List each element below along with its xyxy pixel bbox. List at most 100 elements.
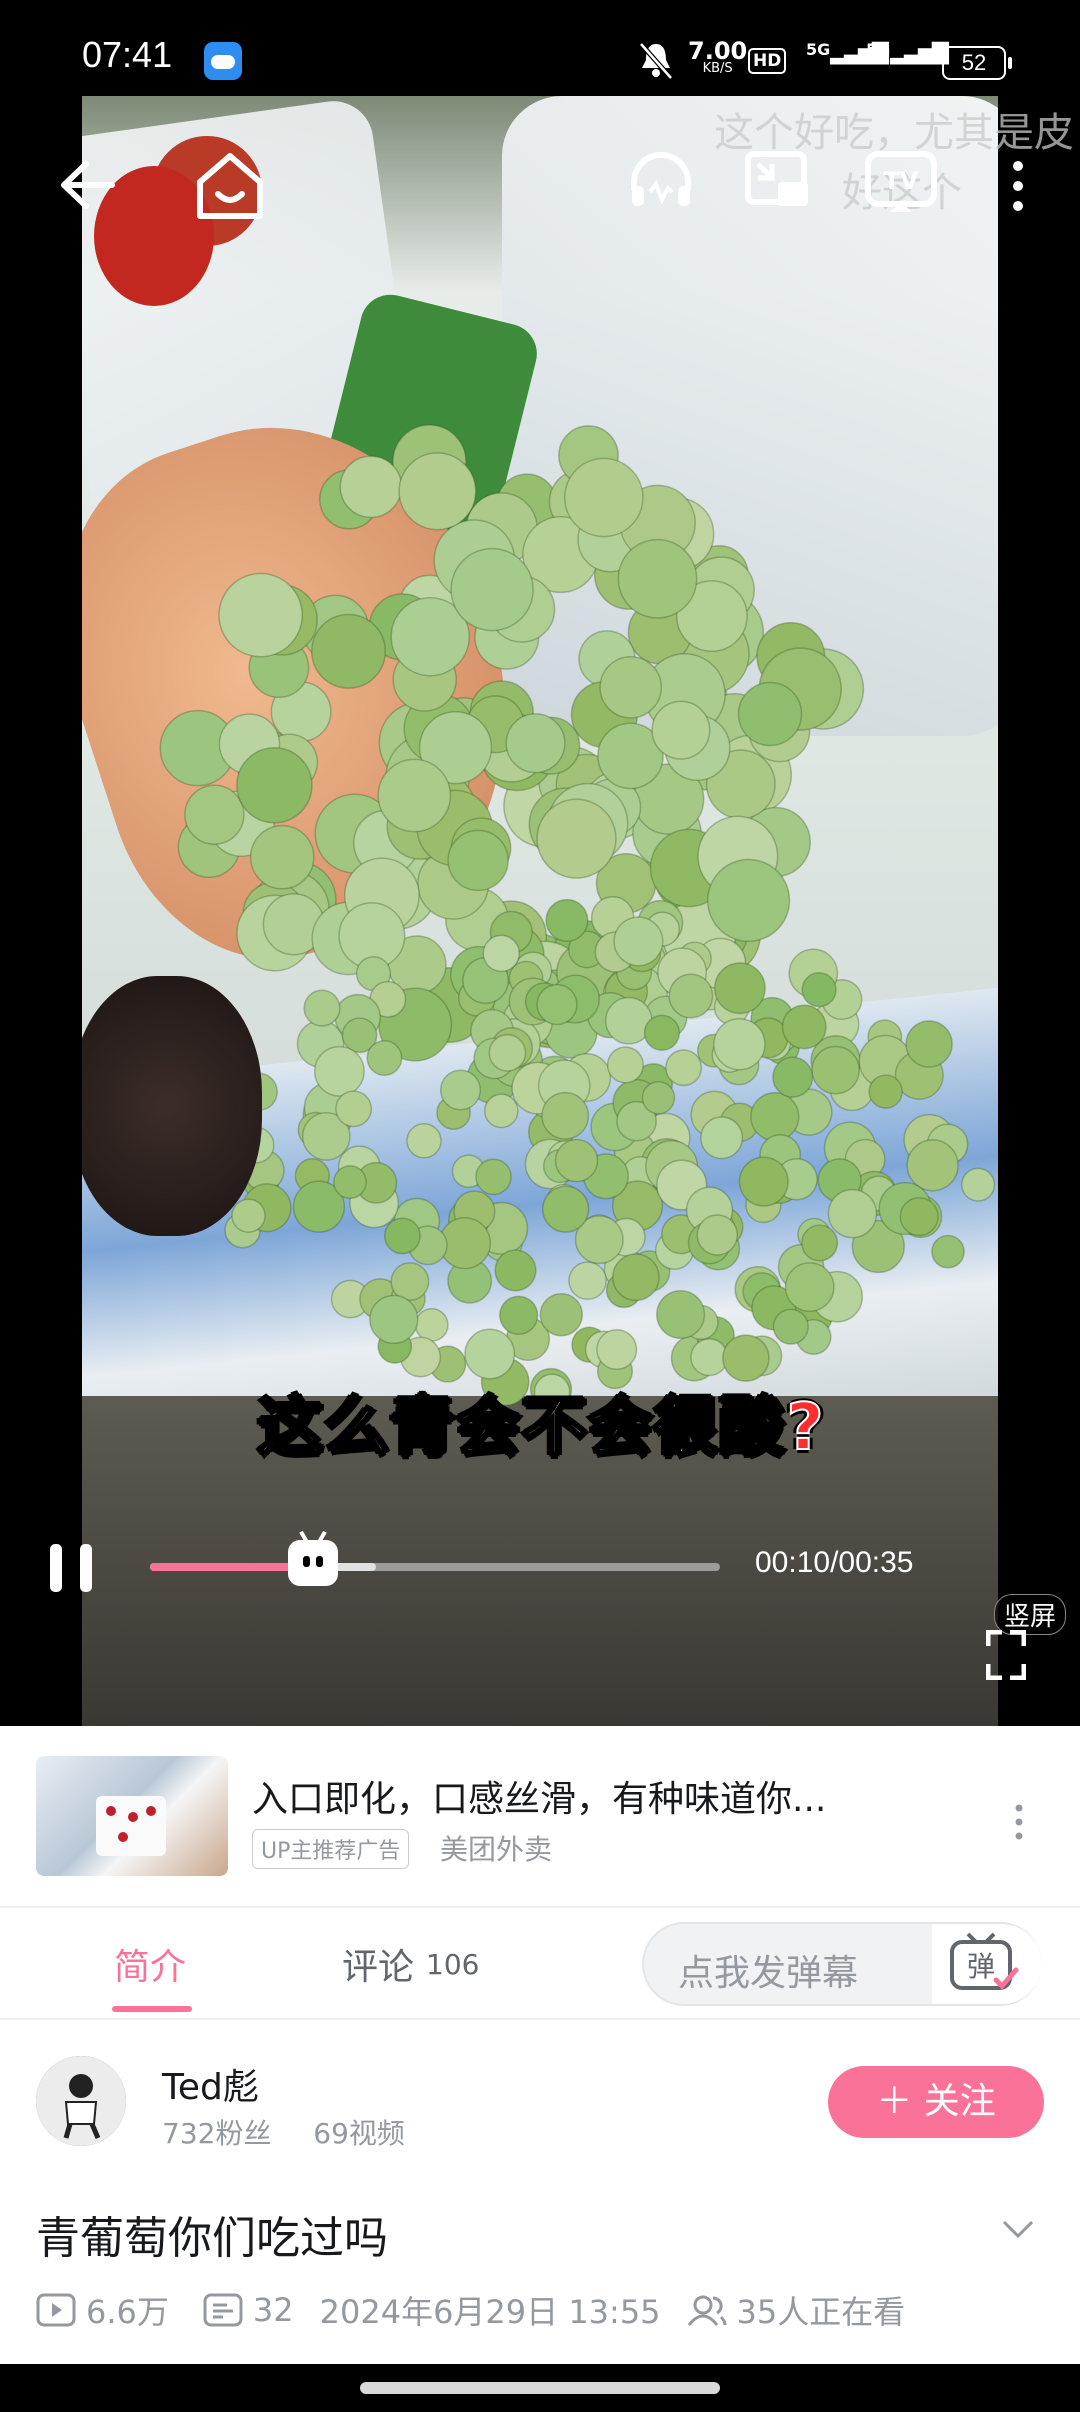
grape (641, 1080, 676, 1115)
grape (750, 1092, 800, 1142)
grape (656, 1289, 706, 1340)
grape (868, 1074, 903, 1109)
grape (505, 713, 566, 774)
video-player[interactable]: 这个好吃，尤其是皮 好这个 TV 这么青会不会很酸? (0, 96, 1080, 1726)
svg-text:TV: TV (884, 167, 919, 195)
grape (450, 547, 534, 632)
ad-card[interactable]: 入口即化，口感丝滑，有种味道你... UP主推荐广告 美团外卖 (0, 1726, 1080, 1906)
grape (905, 1020, 953, 1068)
grape (313, 1045, 365, 1097)
grape (366, 1040, 403, 1076)
grape (494, 1249, 537, 1292)
grape (596, 1328, 638, 1371)
grape (447, 829, 509, 892)
grape (738, 1156, 789, 1207)
battery-indicator: 52 (942, 46, 1012, 80)
grape (784, 1262, 835, 1313)
bead-bracelet (82, 976, 262, 1236)
grape (414, 1307, 449, 1342)
tab-comments[interactable]: 评论 (342, 1938, 414, 1990)
danmaku-toggle-icon: 弹 (950, 1932, 1019, 1990)
tab-comments-count[interactable]: 106 (426, 1948, 479, 1981)
detail-tabs: 简介 评论 106 点我发弹幕 弹 (0, 1906, 1080, 2020)
grape (231, 1198, 266, 1233)
play-count-icon (36, 2293, 76, 2327)
portrait-mode-button[interactable]: 竖屏 (994, 1594, 1067, 1635)
view-count: 6.6万 (86, 2293, 169, 2331)
grape (310, 613, 387, 689)
headphones-icon[interactable] (626, 146, 696, 216)
grape (499, 1295, 539, 1335)
publish-date: 2024年6月29日 13:55 (319, 2293, 661, 2331)
grape (668, 973, 714, 1019)
grape (369, 1294, 419, 1345)
chevron-down-icon[interactable] (1000, 2214, 1036, 2244)
grape (398, 452, 477, 531)
grape (333, 1165, 367, 1200)
grape (545, 898, 589, 942)
grape (184, 784, 245, 845)
grape (961, 1167, 996, 1202)
grape (335, 1090, 373, 1128)
grape (541, 1185, 590, 1233)
video-title: 青葡萄你们吃过吗 (36, 2213, 388, 2264)
more-vertical-icon[interactable] (1006, 152, 1030, 222)
grape (303, 989, 341, 1027)
svg-text:弹: 弹 (967, 1950, 995, 1983)
back-arrow-icon[interactable] (52, 150, 122, 220)
grape (665, 1049, 703, 1087)
danmaku-toggle-button[interactable]: 弹 (932, 1924, 1042, 2004)
grape (613, 916, 664, 967)
grape (568, 1261, 607, 1301)
grape (617, 538, 698, 619)
grape (536, 798, 617, 879)
status-bar: 07:41 7.00 KB/S HD 5G▂▃▅▇ 5G▂▃▅▇ 52 (0, 0, 1080, 96)
grape (811, 1045, 860, 1095)
home-icon[interactable] (190, 146, 270, 226)
grape (781, 1004, 827, 1050)
grape (236, 747, 313, 824)
watching-icon (687, 2295, 727, 2326)
tab-indicator (112, 2006, 192, 2012)
video-meta: 6.6万 32 2024年6月29日 13:55 35人正在看 (36, 2288, 905, 2332)
pause-icon[interactable] (44, 1538, 100, 1598)
danmaku-input[interactable]: 点我发弹幕 弹 (642, 1922, 1042, 2006)
grape (906, 1139, 959, 1192)
gesture-bar (0, 2364, 1080, 2412)
avatar[interactable] (36, 2056, 126, 2146)
grape (801, 972, 837, 1008)
pip-icon[interactable] (742, 146, 812, 216)
progress-thumb[interactable] (288, 1530, 339, 1586)
grape (464, 1328, 516, 1380)
grape (722, 1334, 770, 1382)
video-frame[interactable] (82, 96, 998, 1726)
grape (339, 455, 403, 519)
ad-thumbnail[interactable] (36, 1756, 228, 1876)
tab-intro[interactable]: 简介 (114, 1938, 186, 1990)
grape (536, 983, 578, 1026)
ad-more-icon[interactable] (1014, 1802, 1024, 1842)
grape (249, 824, 315, 890)
grape (713, 1017, 766, 1071)
grape (390, 1262, 430, 1302)
weather-app-icon (204, 42, 242, 80)
green-grapes (159, 424, 996, 1411)
fullscreen-icon[interactable] (986, 1630, 1026, 1680)
home-indicator[interactable] (360, 2382, 720, 2394)
danmaku-placeholder[interactable]: 点我发弹幕 (678, 1944, 858, 1996)
grape (218, 572, 303, 658)
tv-cast-icon[interactable]: TV (864, 146, 938, 216)
grape (539, 1292, 584, 1337)
ad-source: 美团外卖 (440, 1833, 553, 1866)
mute-bell-icon (639, 42, 673, 80)
grape (377, 758, 452, 833)
uploader-name[interactable]: Ted彪 (162, 2058, 259, 2110)
grape (931, 1234, 965, 1269)
grape (643, 1014, 681, 1051)
follow-button[interactable]: ＋ 关注 (828, 2066, 1044, 2138)
ad-title[interactable]: 入口即化，口感丝滑，有种味道你... (252, 1770, 826, 1822)
grape (475, 1158, 512, 1196)
network-speed: 7.00 KB/S (688, 37, 748, 76)
ad-badge: UP主推荐广告 (252, 1829, 410, 1869)
grape (563, 457, 644, 538)
